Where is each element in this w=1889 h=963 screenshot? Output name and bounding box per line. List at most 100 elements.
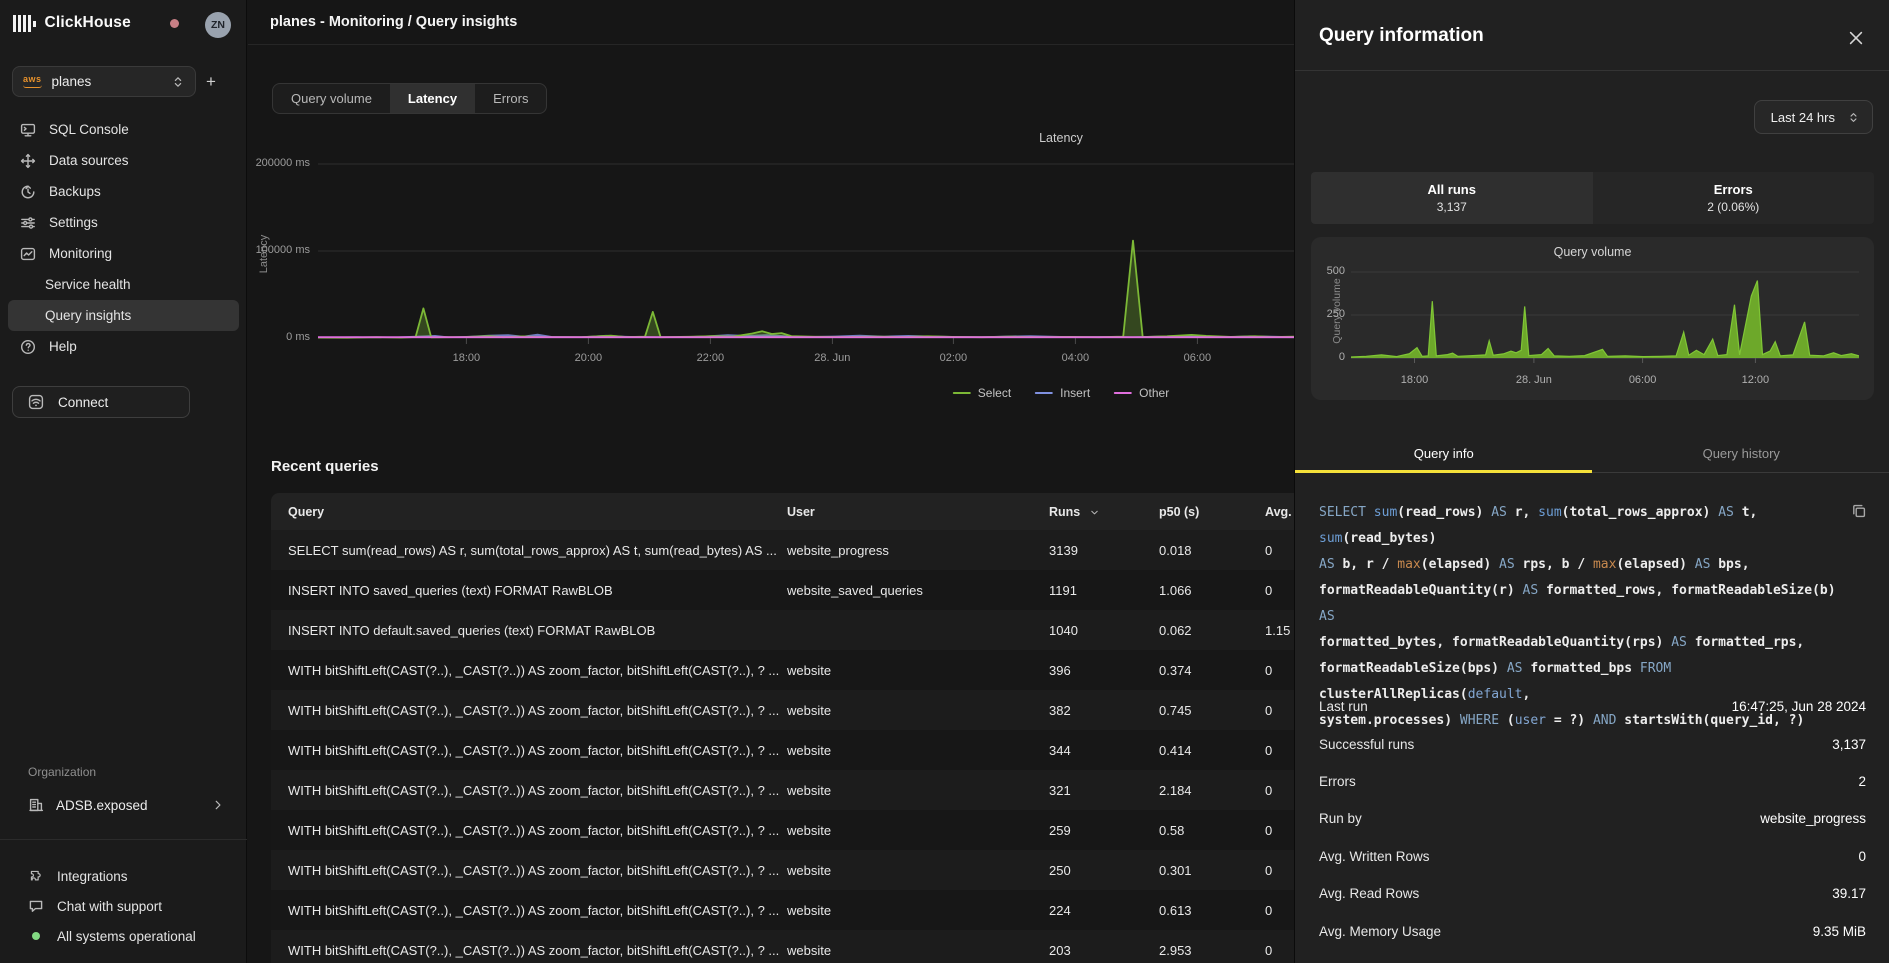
sidebar-item-settings[interactable]: Settings bbox=[8, 207, 239, 238]
column-header-p50-s-[interactable]: p50 (s) bbox=[1151, 493, 1257, 530]
tab-errors[interactable]: Errors 2 (0.06%) bbox=[1593, 172, 1875, 224]
sidebar-nav: SQL Console Data sources Backups Settings Mo… bbox=[8, 114, 239, 362]
table-row[interactable]: INSERT INTO default.saved_queries (text)… bbox=[271, 610, 1294, 650]
organization-section-label: Organization bbox=[28, 765, 96, 779]
tab-all-runs[interactable]: All runs 3,137 bbox=[1311, 172, 1593, 224]
sidebar-item-sql-console[interactable]: SQL Console bbox=[8, 114, 239, 145]
avg-cell: 0 bbox=[1257, 730, 1294, 770]
table-row[interactable]: WITH bitShiftLeft(CAST(?..), _CAST(?..))… bbox=[271, 930, 1294, 963]
column-header-avg-written-rows[interactable]: Avg. Written Rows bbox=[1257, 493, 1294, 530]
legend-item-other[interactable]: Other bbox=[1114, 386, 1169, 400]
detail-value: website_progress bbox=[1760, 811, 1866, 826]
query-cell: WITH bitShiftLeft(CAST(?..), _CAST(?..))… bbox=[271, 770, 779, 810]
sidebar-item-query-insights[interactable]: Query insights bbox=[8, 300, 239, 331]
table-row[interactable]: WITH bitShiftLeft(CAST(?..), _CAST(?..))… bbox=[271, 850, 1294, 890]
column-header-query[interactable]: Query bbox=[271, 493, 779, 530]
query-cell: WITH bitShiftLeft(CAST(?..), _CAST(?..))… bbox=[271, 810, 779, 850]
detail-label: Avg. Memory Usage bbox=[1319, 924, 1441, 939]
runs-cell: 382 bbox=[1041, 690, 1151, 730]
avatar[interactable]: ZN bbox=[205, 12, 231, 38]
sql-token: AS bbox=[1319, 609, 1335, 624]
info-tabs: Query info Query history bbox=[1295, 434, 1889, 473]
sort-desc-icon bbox=[1089, 507, 1100, 518]
p50-cell: 0.613 bbox=[1151, 890, 1257, 930]
status-ok-dot bbox=[32, 932, 40, 940]
p50-cell: 0.58 bbox=[1151, 810, 1257, 850]
user-cell: website bbox=[779, 850, 1041, 890]
footer-item-integrations[interactable]: Integrations bbox=[8, 861, 239, 891]
detail-label: Avg. Written Rows bbox=[1319, 849, 1430, 864]
legend-swatch bbox=[1035, 392, 1053, 395]
sidebar-item-label: Data sources bbox=[49, 153, 129, 168]
errors-label: Errors bbox=[1714, 182, 1753, 197]
sql-token: AS bbox=[1507, 661, 1530, 676]
sidebar-footer: IntegrationsChat with supportAll systems… bbox=[8, 861, 239, 951]
stats-tabs: All runs 3,137 Errors 2 (0.06%) bbox=[1311, 172, 1874, 224]
sidebar-item-label: Query insights bbox=[45, 308, 131, 323]
main-header: planes - Monitoring / Query insights bbox=[248, 0, 1294, 45]
sql-token: t, bbox=[1742, 505, 1765, 520]
table-row[interactable]: WITH bitShiftLeft(CAST(?..), _CAST(?..))… bbox=[271, 890, 1294, 930]
detail-row-avg-memory-usage: Avg. Memory Usage9.35 MiB bbox=[1319, 912, 1866, 949]
detail-value: 3,137 bbox=[1832, 737, 1866, 752]
sidebar-item-service-health[interactable]: Service health bbox=[8, 269, 239, 300]
table-row[interactable]: WITH bitShiftLeft(CAST(?..), _CAST(?..))… bbox=[271, 810, 1294, 850]
p50-cell: 1.066 bbox=[1151, 570, 1257, 610]
table-row[interactable]: WITH bitShiftLeft(CAST(?..), _CAST(?..))… bbox=[271, 770, 1294, 810]
table-row[interactable]: INSERT INTO saved_queries (text) FORMAT … bbox=[271, 570, 1294, 610]
time-range-select[interactable]: Last 24 hrs bbox=[1754, 100, 1873, 134]
sidebar-item-label: Backups bbox=[49, 184, 101, 199]
detail-row-p50-latency: p50 latency0.018s bbox=[1319, 950, 1866, 963]
p50-cell: 0.062 bbox=[1151, 610, 1257, 650]
clickhouse-logo-icon bbox=[13, 15, 36, 32]
avg-cell: 1.15 bbox=[1257, 610, 1294, 650]
sql-token: AS bbox=[1695, 557, 1718, 572]
copy-icon[interactable] bbox=[1851, 503, 1867, 519]
y-tick-label: 0 bbox=[1339, 351, 1345, 363]
footer-item-chat-with-support[interactable]: Chat with support bbox=[8, 891, 239, 921]
table-row[interactable]: SELECT sum(read_rows) AS r, sum(total_ro… bbox=[271, 530, 1294, 570]
sidebar-item-label: Monitoring bbox=[49, 246, 112, 261]
chart-view-tabs: Query volumeLatencyErrors bbox=[272, 83, 547, 114]
tab-latency[interactable]: Latency bbox=[390, 84, 475, 113]
organization-name: ADSB.exposed bbox=[56, 798, 211, 813]
tab-errors[interactable]: Errors bbox=[475, 84, 546, 113]
detail-value: 2 bbox=[1858, 774, 1866, 789]
tab-query-info[interactable]: Query info bbox=[1295, 434, 1593, 472]
p50-cell: 0.414 bbox=[1151, 730, 1257, 770]
sql-token: AS bbox=[1523, 583, 1546, 598]
query-information-panel: Query information Last 24 hrs All runs 3… bbox=[1294, 0, 1889, 963]
query-volume-chart[interactable] bbox=[1351, 265, 1859, 365]
sidebar-item-monitoring[interactable]: Monitoring bbox=[8, 238, 239, 269]
avg-cell: 0 bbox=[1257, 570, 1294, 610]
footer-item-all-systems-operational[interactable]: All systems operational bbox=[8, 921, 239, 951]
column-header-user[interactable]: User bbox=[779, 493, 1041, 530]
close-icon[interactable] bbox=[1847, 29, 1865, 47]
user-cell: website_saved_queries bbox=[779, 570, 1041, 610]
recent-queries-table: QueryUserRuns p50 (s)Avg. Written Rows S… bbox=[271, 493, 1294, 963]
sidebar-item-data-sources[interactable]: Data sources bbox=[8, 145, 239, 176]
tab-query-history[interactable]: Query history bbox=[1593, 434, 1889, 472]
service-selector[interactable]: aws planes bbox=[12, 66, 196, 97]
table-row[interactable]: WITH bitShiftLeft(CAST(?..), _CAST(?..))… bbox=[271, 690, 1294, 730]
table-row[interactable]: WITH bitShiftLeft(CAST(?..), _CAST(?..))… bbox=[271, 650, 1294, 690]
column-header-runs[interactable]: Runs bbox=[1041, 493, 1151, 530]
legend-item-select[interactable]: Select bbox=[953, 386, 1011, 400]
add-service-button[interactable]: + bbox=[196, 72, 226, 92]
detail-row-run-by: Run bywebsite_progress bbox=[1319, 800, 1866, 837]
legend-item-insert[interactable]: Insert bbox=[1035, 386, 1090, 400]
runs-cell: 259 bbox=[1041, 810, 1151, 850]
y-tick-label: 200000 ms bbox=[256, 157, 310, 169]
table-row[interactable]: WITH bitShiftLeft(CAST(?..), _CAST(?..))… bbox=[271, 730, 1294, 770]
sidebar-item-help[interactable]: Help bbox=[8, 331, 239, 362]
organization-switcher[interactable]: ADSB.exposed bbox=[8, 790, 239, 820]
avg-cell: 0 bbox=[1257, 930, 1294, 963]
detail-row-last-run: Last run16:47:25, Jun 28 2024 bbox=[1319, 688, 1866, 725]
sidebar-item-backups[interactable]: Backups bbox=[8, 176, 239, 207]
y-tick-label: 250 bbox=[1327, 308, 1345, 320]
connect-button[interactable]: Connect bbox=[12, 386, 190, 418]
connect-label: Connect bbox=[58, 395, 108, 410]
y-tick-label: 100000 ms bbox=[256, 244, 310, 256]
sidebar-divider bbox=[0, 839, 247, 840]
latency-chart[interactable] bbox=[318, 150, 1294, 350]
